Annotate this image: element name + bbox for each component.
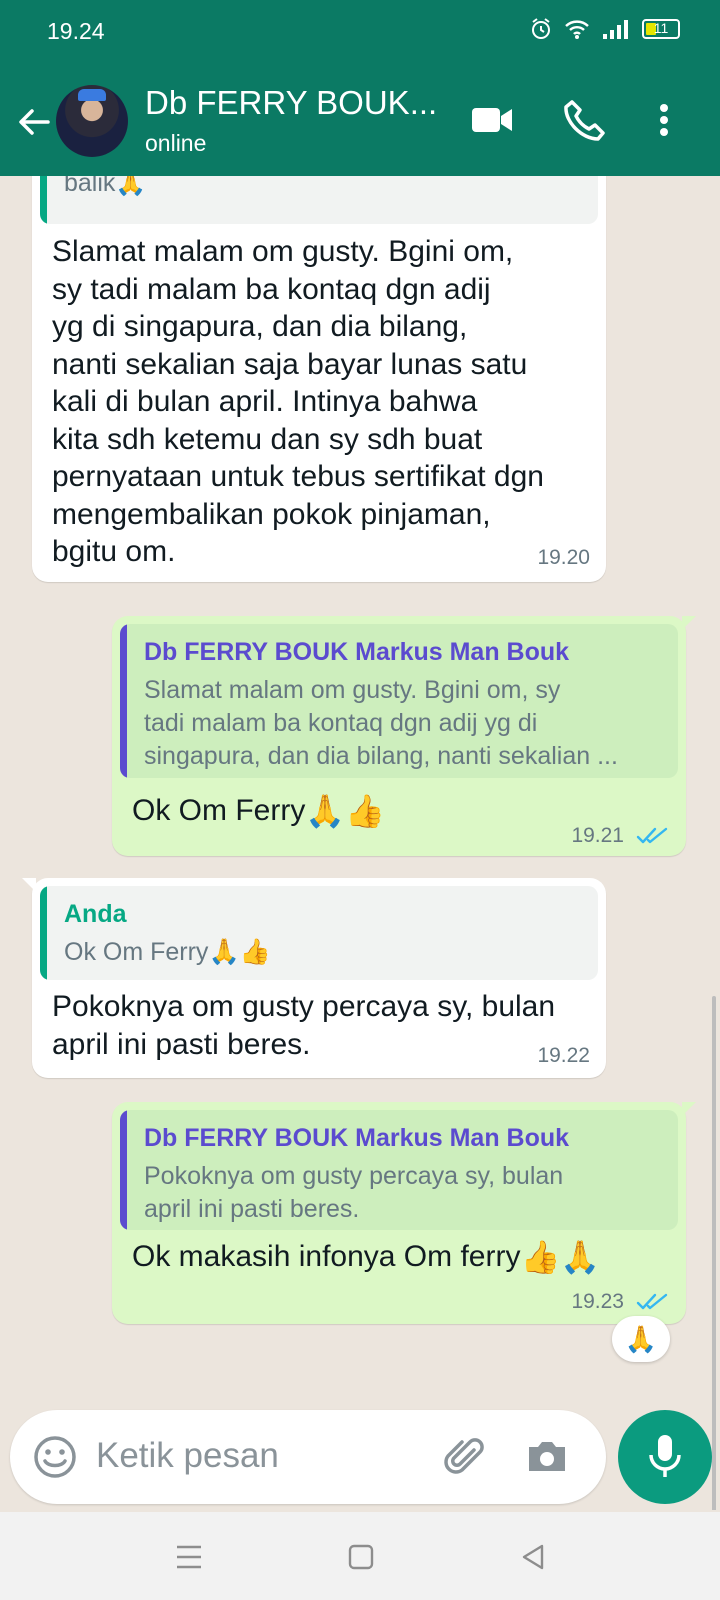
reply-quote[interactable]: Db FERRY BOUK Markus Man Bouk Slamat mal… [120,624,678,778]
message-input[interactable]: Ketik pesan [96,1436,279,1476]
battery-icon: 11 [642,19,680,39]
reply-quote[interactable]: Anda Ok Om Ferry🙏👍 [40,886,598,980]
folded-hands-emoji: 🙏 [560,1239,601,1276]
message-time: 19.23 [571,1290,624,1313]
message-bubble-outgoing[interactable]: Db FERRY BOUK Markus Man Bouk Pokoknya o… [112,1102,696,1324]
contact-name[interactable]: Db FERRY BOUK... [145,84,437,122]
arrow-left-icon[interactable] [14,102,54,142]
message-time: 19.20 [537,546,590,569]
message-composer: Ketik pesan [10,1410,606,1504]
camera-icon[interactable] [522,1432,572,1482]
back-nav-icon[interactable] [518,1542,548,1572]
battery-level: 11 [653,20,669,36]
message-text: Pokoknya om gusty percaya sy, bulan apri… [52,990,556,1061]
status-time: 19.24 [47,18,105,44]
status-bar: 19.24 11 [0,0,720,66]
folded-hands-emoji: 🙏 [624,1323,658,1354]
reply-quote[interactable]: Db FERRY BOUK Markus Man Bouk Pokoknya o… [120,1110,678,1230]
message-bubble-outgoing[interactable]: Db FERRY BOUK Markus Man Bouk Slamat mal… [112,616,696,856]
home-icon[interactable] [346,1542,376,1572]
paperclip-icon[interactable] [440,1432,490,1482]
chat-area[interactable]: Hari Jumat lusa kawan, mohon bantuan inf… [0,176,720,1510]
quoted-sender: Anda [64,900,127,928]
read-receipt-icon [636,827,668,844]
signal-icon [603,20,628,39]
folded-hands-emoji: 🙏 [208,938,240,966]
thumbs-up-emoji: 👍 [239,938,271,966]
folded-hands-emoji: 🙏 [305,793,346,830]
read-receipt-icon [636,1293,668,1310]
thumbs-up-emoji: 👍 [345,793,386,830]
message-text: Ok Om Ferry🙏👍 [132,793,386,830]
menu-icon[interactable] [174,1542,204,1572]
message-time: 19.21 [571,824,624,847]
chat-header: Db FERRY BOUK... online [0,66,720,176]
emoji-icon[interactable] [30,1432,80,1482]
mic-icon [649,1435,681,1477]
message-text: Ok makasih infonya Om ferry👍🙏 [132,1239,601,1276]
scrollbar[interactable] [712,996,716,1510]
message-reaction[interactable]: 🙏 [612,1316,670,1362]
thumbs-up-emoji: 👍 [520,1239,561,1276]
contact-status: online [145,130,207,156]
message-text: Slamat malam om gusty. Bgini om, sy tadi… [52,235,544,568]
quoted-sender: Db FERRY BOUK Markus Man Bouk [144,638,570,666]
reply-quote[interactable]: Hari Jumat lusa kawan, mohon bantuan inf… [40,176,598,224]
mic-button[interactable] [618,1410,712,1504]
quoted-text: Hari Jumat lusa kawan, mohon bantuan inf… [64,176,147,197]
system-nav-bar [0,1512,720,1600]
avatar[interactable] [56,85,128,157]
wifi-icon [565,20,589,39]
message-bubble-incoming[interactable]: Hari Jumat lusa kawan, mohon bantuan inf… [32,176,606,582]
more-vert-icon[interactable] [640,96,688,144]
message-time: 19.22 [537,1044,590,1067]
video-call-icon[interactable] [468,96,516,144]
quoted-sender: Db FERRY BOUK Markus Man Bouk [144,1124,570,1152]
phone-icon[interactable] [560,96,608,144]
quoted-text: Slamat malam om gusty. Bgini om, sy tadi… [144,676,618,770]
message-bubble-incoming[interactable]: Anda Ok Om Ferry🙏👍 Pokoknya om gusty per… [22,878,606,1078]
alarm-icon [532,18,550,39]
quoted-text: Ok Om Ferry🙏👍 [64,938,271,966]
quoted-text: Pokoknya om gusty percaya sy, bulan apri… [144,1162,564,1223]
